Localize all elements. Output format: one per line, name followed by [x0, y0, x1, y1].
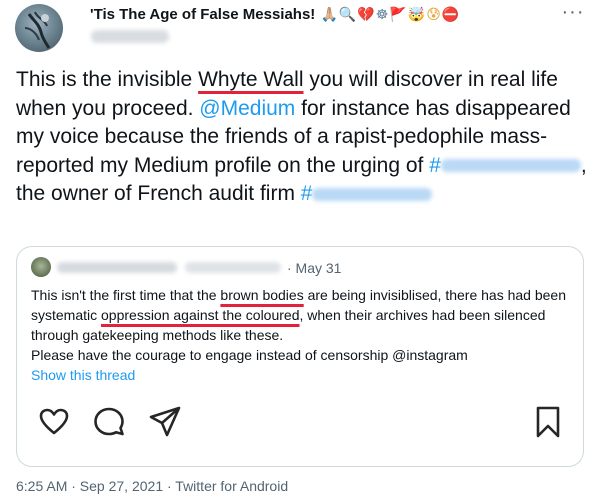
- medium-mention-link[interactable]: @Medium: [199, 97, 295, 120]
- author-display-name[interactable]: 'Tis The Age of False Messiahs! 🙏🏼🔍💔☸🚩🤯😰…: [90, 6, 459, 23]
- author-avatar[interactable]: [15, 4, 63, 52]
- quoted-author-name-blurred: [57, 262, 177, 273]
- hashtag-link-1[interactable]: #: [429, 154, 581, 177]
- hashtag-blurred-2: [312, 187, 433, 201]
- tweet-header: 'Tis The Age of False Messiahs! 🙏🏼🔍💔☸🚩🤯😰…: [0, 0, 600, 56]
- dharma-wheel-emoji: ☸: [375, 7, 389, 23]
- anxious-face-emoji: 😰: [426, 7, 441, 23]
- magnifier-emoji: 🔍: [338, 7, 357, 23]
- red-flag-emoji: 🚩: [389, 7, 407, 23]
- quoted-author-handle-blurred: [185, 262, 281, 273]
- broken-heart-emoji: 💔: [357, 7, 375, 23]
- tweet-text: This is the invisible Whyte Wall you wil…: [16, 68, 587, 205]
- bookmark-icon[interactable]: [531, 405, 565, 439]
- quoted-tweet-card[interactable]: · May 31 This isn't the first time that …: [16, 246, 584, 467]
- quoted-author-avatar: [31, 257, 51, 277]
- praying-hands-emoji: 🙏🏼: [320, 7, 338, 23]
- quoted-tweet-date: · May 31: [287, 260, 342, 276]
- tweet-timestamp-meta: 6:25 AM · Sep 27, 2021 · Twitter for And…: [16, 478, 289, 494]
- exploding-head-emoji: 🤯: [407, 7, 426, 23]
- hashtag-link-2[interactable]: #: [301, 182, 433, 205]
- author-handle-blurred: [91, 30, 169, 43]
- brown-bodies-phrase: brown bodies: [220, 287, 304, 303]
- show-thread-link[interactable]: Show this thread: [31, 367, 135, 383]
- comment-icon[interactable]: [92, 405, 126, 439]
- heart-icon[interactable]: [37, 405, 71, 439]
- whyte-wall-phrase: Whyte Wall: [198, 68, 304, 91]
- no-entry-emoji: ⛔: [441, 7, 460, 23]
- share-icon[interactable]: [148, 405, 182, 439]
- quoted-action-row: [31, 405, 571, 441]
- hashtag-blurred-1: [440, 159, 581, 173]
- oppression-phrase: oppression against the coloured: [101, 307, 300, 323]
- more-options-button[interactable]: ···: [557, 2, 589, 28]
- quoted-tweet-text: This isn't the first time that the brown…: [31, 287, 566, 363]
